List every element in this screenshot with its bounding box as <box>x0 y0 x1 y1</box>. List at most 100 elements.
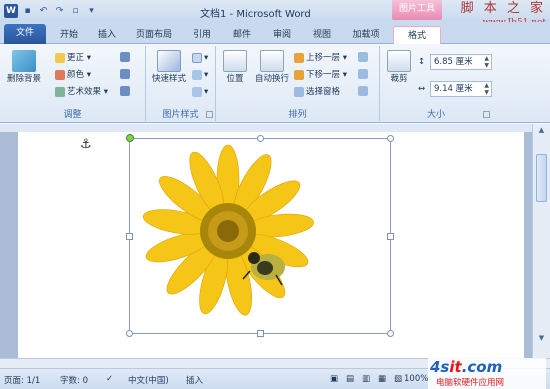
scroll-up-icon[interactable]: ▲ <box>536 126 547 137</box>
resize-handle-top[interactable] <box>257 135 264 142</box>
size-dialog-launcher-icon[interactable] <box>483 111 490 118</box>
bring-forward-icon <box>294 53 304 63</box>
compress-pictures-button[interactable] <box>120 52 130 62</box>
wrap-text-label: 自动换行 <box>254 74 289 84</box>
resize-handle-bottom-right[interactable] <box>387 330 394 337</box>
save-icon[interactable]: ▪ <box>21 4 34 17</box>
position-button[interactable]: 位置 <box>220 50 250 85</box>
picture-layout-button[interactable]: ▾ <box>192 86 208 98</box>
anchor-icon[interactable]: ⚓ <box>80 137 92 152</box>
logo-main-text: 4sit.com <box>430 358 503 376</box>
remove-background-label: 删除背景 <box>6 74 41 84</box>
artistic-effects-label: 艺术效果 ▾ <box>67 87 108 97</box>
watermark-line1: 脚 本 之 家 <box>460 1 546 16</box>
artistic-effects-icon <box>55 87 65 97</box>
align-icon <box>358 52 368 62</box>
compress-icon <box>120 52 130 62</box>
position-label: 位置 <box>226 74 244 84</box>
send-backward-button[interactable]: 下移一层 ▾ <box>294 69 347 81</box>
height-spinner-icon[interactable]: ▲ ▼ <box>484 55 489 69</box>
picture-effects-button[interactable]: ▾ <box>192 69 208 81</box>
page-count[interactable]: 页面: 1/1 <box>4 374 40 386</box>
selected-picture[interactable] <box>129 138 391 334</box>
tab-mailings[interactable]: 邮件 <box>225 26 259 44</box>
height-value: 6.85 厘米 <box>434 57 473 67</box>
send-backward-icon <box>294 70 304 80</box>
word-logo-icon[interactable]: W <box>4 4 18 18</box>
color-button[interactable]: 颜色 ▾ <box>55 69 91 81</box>
group-picture-styles-label: 图片样式 <box>162 110 199 120</box>
corrections-icon <box>55 53 65 63</box>
bring-forward-button[interactable]: 上移一层 ▾ <box>294 52 347 64</box>
resize-handle-right[interactable] <box>387 233 394 240</box>
vertical-scrollbar[interactable]: ▲ ▼ <box>532 124 550 358</box>
styles-dialog-launcher-icon[interactable] <box>206 111 213 118</box>
quick-styles-button[interactable]: 快速样式 <box>148 50 190 85</box>
width-icon: ↔ <box>418 84 426 94</box>
scroll-thumb[interactable] <box>536 154 547 202</box>
tab-references[interactable]: 引用 <box>185 26 219 44</box>
new-doc-icon[interactable]: ▫ <box>69 4 82 17</box>
group-size: 裁剪 ↕ 6.85 厘米 ▲ ▼ ↔ 9.14 厘米 ▲ ▼ 大小 <box>380 46 492 121</box>
customize-qat-icon[interactable]: ▾ <box>85 4 98 17</box>
title-bar: W ▪ ↶ ↷ ▫ ▾ 文档1 - Microsoft Word 图片工具 脚 … <box>0 0 550 28</box>
window-title: 文档1 - Microsoft Word <box>200 9 311 20</box>
corrections-button[interactable]: 更正 ▾ <box>55 52 91 64</box>
rotate-icon <box>358 86 368 96</box>
reset-picture-button[interactable] <box>120 86 130 96</box>
crop-button[interactable]: 裁剪 <box>384 50 414 85</box>
resize-handle-left[interactable] <box>126 233 133 240</box>
change-picture-button[interactable] <box>120 69 130 79</box>
picture-border-button[interactable]: ▾ <box>192 52 208 64</box>
zoom-level[interactable]: 100% <box>404 374 428 384</box>
tab-page-layout[interactable]: 页面布局 <box>128 26 180 44</box>
rotate-button[interactable] <box>358 86 368 96</box>
language-indicator[interactable]: 中文(中国) <box>128 374 169 386</box>
ribbon-tabs: 文件 开始 插入 页面布局 引用 邮件 审阅 视图 加载项 格式 <box>0 22 550 44</box>
reset-picture-icon <box>120 86 130 96</box>
flower-with-bee-image <box>142 144 314 316</box>
insert-mode[interactable]: 插入 <box>186 374 203 386</box>
horizontal-ruler <box>0 124 550 132</box>
group-objects-button[interactable] <box>358 69 368 79</box>
group-size-label: 大小 <box>426 110 445 120</box>
undo-icon[interactable]: ↶ <box>37 4 50 17</box>
outline-view-icon[interactable]: ▦ <box>378 374 386 384</box>
tab-home[interactable]: 开始 <box>52 26 86 44</box>
web-layout-view-icon[interactable]: ▥ <box>362 374 370 384</box>
tab-view[interactable]: 视图 <box>305 26 339 44</box>
height-input[interactable]: 6.85 厘米 ▲ ▼ <box>430 54 492 70</box>
full-screen-view-icon[interactable]: ▤ <box>346 374 354 384</box>
picture-layout-icon <box>192 87 202 97</box>
tab-review[interactable]: 审阅 <box>265 26 299 44</box>
width-input[interactable]: 9.14 厘米 ▲ ▼ <box>430 81 492 97</box>
print-layout-view-icon[interactable]: ▣ <box>330 374 338 384</box>
resize-handle-bottom-left[interactable] <box>126 330 133 337</box>
width-spinner-icon[interactable]: ▲ ▼ <box>484 82 489 96</box>
rotate-handle[interactable] <box>126 134 134 142</box>
resize-handle-top-right[interactable] <box>387 135 394 142</box>
change-picture-icon <box>120 69 130 79</box>
remove-background-icon <box>12 50 36 72</box>
draft-view-icon[interactable]: ▧ <box>394 374 402 384</box>
wrap-text-button[interactable]: 自动换行 <box>252 50 292 85</box>
group-adjust: 删除背景 更正 ▾ 颜色 ▾ 艺术效果 ▾ 调整 <box>0 46 146 121</box>
resize-handle-bottom[interactable] <box>257 330 264 337</box>
remove-background-button[interactable]: 删除背景 <box>4 50 44 85</box>
4sit-logo: 4sit.com 电脑软硬件应用网 <box>428 358 546 389</box>
artistic-effects-button[interactable]: 艺术效果 ▾ <box>55 86 108 98</box>
scroll-down-icon[interactable]: ▼ <box>536 334 547 345</box>
crop-icon <box>387 50 411 72</box>
tab-addins[interactable]: 加载项 <box>345 26 387 44</box>
tab-insert[interactable]: 插入 <box>90 26 124 44</box>
position-icon <box>223 50 247 72</box>
selection-pane-button[interactable]: 选择窗格 <box>294 86 340 98</box>
tab-file[interactable]: 文件 <box>4 24 46 44</box>
quick-styles-icon <box>157 50 181 72</box>
align-button[interactable] <box>358 52 368 62</box>
selection-pane-label: 选择窗格 <box>306 87 341 97</box>
tab-format[interactable]: 格式 <box>393 26 441 44</box>
proofing-icon[interactable]: ✓ <box>106 374 113 384</box>
redo-icon[interactable]: ↷ <box>53 4 66 17</box>
word-count[interactable]: 字数: 0 <box>60 374 88 386</box>
